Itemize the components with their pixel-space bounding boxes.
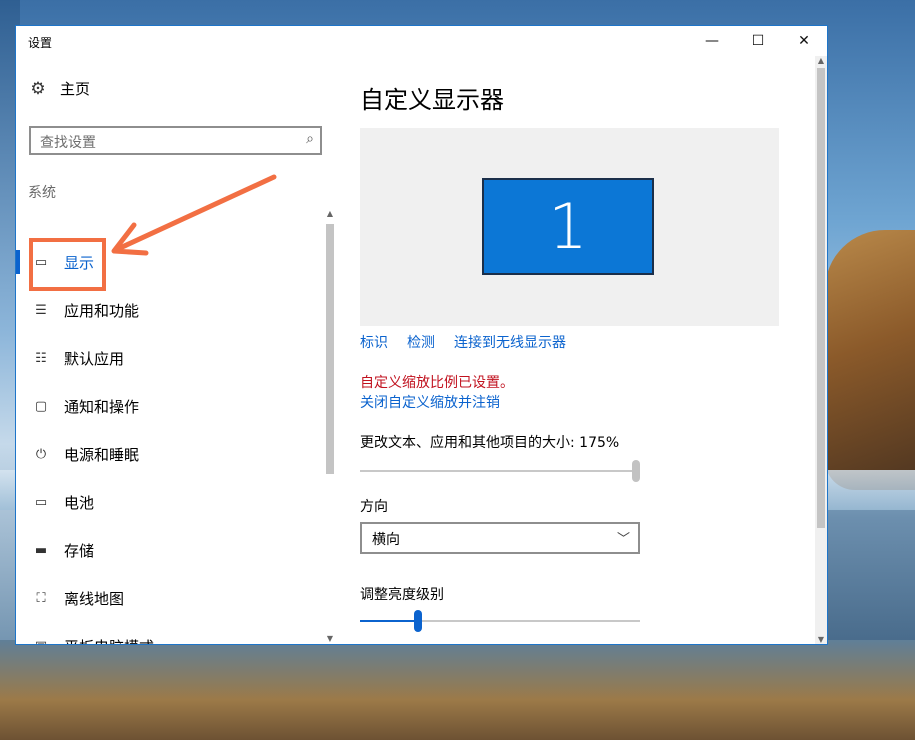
search-input[interactable]: 查找设置 ⌕ [29,126,322,155]
identify-link[interactable]: 标识 [360,332,388,352]
connect-wireless-link[interactable]: 连接到无线显示器 [454,332,566,352]
scale-slider-track [360,470,640,472]
scroll-down-icon[interactable]: ▼ [325,634,335,643]
display-links: 标识 检测 连接到无线显示器 [360,332,566,352]
chevron-down-icon: ﹀ [616,532,630,547]
sidebar-item-tablet-mode[interactable]: ▣ 平板电脑模式 [16,622,326,645]
settings-window: 设置 — ☐ ✕ ⚙ 主页 查找设置 ⌕ 系统 ▭ 显示 ☰ 应用和功能 ☷ 默… [15,25,828,645]
scroll-up-icon[interactable]: ▲ [325,209,335,218]
brightness-slider[interactable] [360,610,640,632]
annotation-arrow-icon [111,174,277,256]
sidebar-item-battery[interactable]: ▭ 电池 [16,478,326,526]
brightness-slider-fill [360,620,414,622]
sidebar-scrollbar[interactable]: ▲ ▼ [325,209,335,644]
scroll-down-icon[interactable]: ▼ [815,635,827,644]
map-icon: ⛶ [36,590,46,606]
sidebar-item-label: 应用和功能 [64,301,140,320]
storage-icon: ▬ [34,542,48,558]
section-title: 系统 [28,185,56,201]
gear-icon: ⚙ [30,78,46,99]
brightness-label: 调整亮度级别 [360,587,444,603]
page-title: 自定义显示器 [360,86,504,114]
minimize-icon: — [705,33,719,49]
sidebar-item-power[interactable]: ⏻ 电源和睡眠 [16,430,326,478]
annotation-highlight-box [29,238,106,291]
content-scrollbar[interactable]: ▲ ▼ [815,56,827,644]
sidebar-item-label: 电源和睡眠 [64,445,140,464]
sidebar-item-label: 电池 [64,493,95,512]
sidebar-nav: ▭ 显示 ☰ 应用和功能 ☷ 默认应用 ▢ 通知和操作 ⏻ 电源和睡眠 ▭ 电池 [16,238,326,645]
sidebar-home-label: 主页 [60,80,91,98]
sidebar-item-label: 离线地图 [64,589,125,608]
maximize-icon: ☐ [751,33,765,49]
desktop-beach [0,640,915,740]
custom-scaling-warning: 自定义缩放比例已设置。 [360,375,514,391]
title-bar[interactable]: 设置 — ☐ ✕ [16,26,827,56]
close-button[interactable]: ✕ [781,26,827,56]
list-icon: ☰ [35,302,47,318]
sidebar-item-label: 默认应用 [64,349,125,368]
sidebar-item-notifications[interactable]: ▢ 通知和操作 [16,382,326,430]
brightness-slider-thumb[interactable] [414,610,422,632]
sidebar-item-label: 存储 [64,541,95,560]
list-check-icon: ☷ [35,350,47,366]
sidebar: ⚙ 主页 查找设置 ⌕ 系统 ▭ 显示 ☰ 应用和功能 ☷ 默认应用 ▢ 通知和… [16,56,336,644]
maximize-button[interactable]: ☐ [735,26,781,56]
sidebar-item-default-apps[interactable]: ☷ 默认应用 [16,334,326,382]
search-icon[interactable]: ⌕ [306,131,314,147]
sidebar-item-label: 通知和操作 [64,397,140,416]
sidebar-home[interactable]: ⚙ 主页 [28,78,90,99]
close-icon: ✕ [798,33,810,49]
orientation-label: 方向 [360,499,388,515]
sidebar-item-label: 平板电脑模式 [64,636,154,645]
scale-slider[interactable] [360,460,640,482]
window-title: 设置 [28,36,53,50]
display-preview: 1 [360,128,779,326]
message-icon: ▢ [34,398,48,414]
detect-link[interactable]: 检测 [407,332,435,352]
tablet-icon: ▣ [33,639,49,645]
scale-slider-thumb[interactable] [632,460,640,482]
sidebar-item-storage[interactable]: ▬ 存储 [16,526,326,574]
battery-icon: ▭ [34,494,48,510]
sidebar-item-apps[interactable]: ☰ 应用和功能 [16,286,326,334]
scroll-up-icon[interactable]: ▲ [815,56,827,65]
main-content: 自定义显示器 1 标识 检测 连接到无线显示器 自定义缩放比例已设置。 关闭自定… [360,56,820,644]
search-placeholder: 查找设置 [40,135,96,151]
orientation-select[interactable]: 横向 ﹀ [360,522,640,554]
scale-label: 更改文本、应用和其他项目的大小: 175% [360,435,620,451]
monitor-tile[interactable]: 1 [482,178,654,275]
orientation-selected-value: 横向 [372,532,400,548]
sidebar-scroll-thumb[interactable] [326,224,334,474]
minimize-button[interactable]: — [689,26,735,56]
power-icon: ⏻ [35,446,47,462]
desktop-rock [825,230,915,490]
disable-custom-scaling-link[interactable]: 关闭自定义缩放并注销 [360,392,500,412]
sidebar-item-offline-maps[interactable]: ⛶ 离线地图 [16,574,326,622]
content-scroll-thumb[interactable] [817,68,825,528]
